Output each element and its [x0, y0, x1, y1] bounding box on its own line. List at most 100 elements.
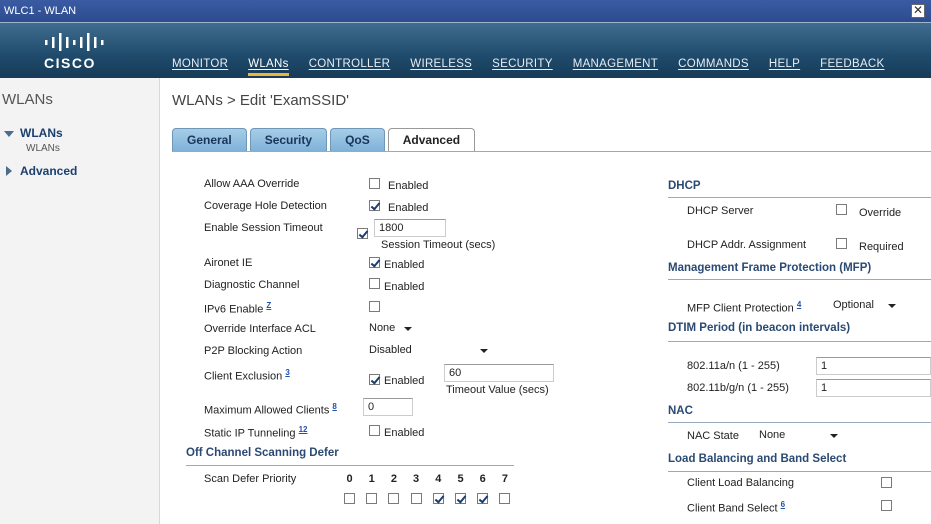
- aironet-ie-checkbox[interactable]: [369, 257, 380, 268]
- dropdown-arrow-icon: [888, 304, 896, 308]
- dtim-b-label: 802.11b/g/n (1 - 255): [687, 382, 789, 394]
- mfp-client-value: Optional: [833, 299, 874, 311]
- expand-right-icon[interactable]: [6, 166, 12, 176]
- scan-priority-1-label: 1: [368, 473, 375, 485]
- mfp-section-title: Management Frame Protection (MFP): [668, 262, 872, 274]
- dhcp-server-override-checkbox[interactable]: [836, 204, 847, 215]
- allow-aaa-enabled-label: Enabled: [388, 180, 429, 192]
- sidebar-item-wlans[interactable]: WLANs: [20, 126, 63, 140]
- lb-divider: [668, 471, 931, 472]
- scan-priority-7-checkbox[interactable]: [499, 493, 511, 504]
- tab-advanced[interactable]: Advanced: [387, 128, 476, 152]
- nav-feedback[interactable]: FEEDBACK: [820, 58, 884, 76]
- dhcp-assign-required-label: Required: [859, 241, 904, 253]
- ipv6-checkbox[interactable]: [369, 301, 380, 312]
- client-exclusion-footnote-link[interactable]: 3: [285, 368, 289, 377]
- mfp-client-select[interactable]: Optional: [830, 297, 900, 314]
- client-exclusion-label-text: Client Exclusion: [204, 370, 283, 383]
- nav-monitor[interactable]: MONITOR: [172, 58, 228, 76]
- dtim-a-input[interactable]: 1: [816, 357, 931, 375]
- scan-priority-7-label: 7: [501, 473, 508, 485]
- max-clients-input[interactable]: 0: [363, 398, 413, 416]
- page-title: WLANs > Edit 'ExamSSID': [172, 92, 350, 109]
- band-select-checkbox[interactable]: [881, 500, 892, 511]
- override-acl-select[interactable]: None: [366, 320, 416, 337]
- mfp-divider: [668, 279, 931, 280]
- scan-priority-0-checkbox[interactable]: [344, 493, 355, 504]
- exclusion-timeout-input[interactable]: 60: [444, 364, 554, 382]
- lb-section-title: Load Balancing and Band Select: [668, 453, 847, 465]
- nav-commands[interactable]: COMMANDS: [678, 58, 749, 76]
- client-exclusion-enabled-label: Enabled: [384, 375, 425, 387]
- session-timeout-input[interactable]: 1800: [374, 219, 446, 237]
- nav-controller[interactable]: CONTROLLER: [309, 58, 391, 76]
- nav-wlans[interactable]: WLANs: [248, 58, 289, 76]
- session-timeout-label: Enable Session Timeout: [204, 222, 323, 234]
- static-ip-enabled-label: Enabled: [384, 427, 425, 439]
- diagnostic-channel-enabled-label: Enabled: [384, 281, 425, 293]
- scan-priority-3-checkbox[interactable]: [410, 493, 422, 504]
- top-nav: MONITOR WLANs CONTROLLER WIRELESS SECURI…: [172, 58, 905, 76]
- scan-priority-4-checkbox[interactable]: [432, 493, 444, 504]
- tab-qos[interactable]: QoS: [330, 128, 385, 151]
- scan-priority-1-checkbox[interactable]: [366, 493, 378, 504]
- close-icon[interactable]: ✕: [911, 4, 925, 18]
- nav-security[interactable]: SECURITY: [492, 58, 553, 76]
- allow-aaa-label: Allow AAA Override: [204, 178, 300, 190]
- cisco-bars-icon: [45, 33, 104, 51]
- mfp-client-label: MFP Client Protection 4: [687, 300, 801, 315]
- static-ip-label-text: Static IP Tunneling: [204, 427, 296, 440]
- sidebar-subitem-wlans[interactable]: WLANs: [26, 143, 60, 154]
- sidebar-item-advanced[interactable]: Advanced: [20, 164, 77, 178]
- ipv6-footnote-link[interactable]: Z: [266, 301, 271, 310]
- sidebar-title: WLANs: [2, 91, 53, 108]
- diagnostic-channel-checkbox[interactable]: [369, 278, 380, 289]
- aironet-ie-enabled-label: Enabled: [384, 259, 425, 271]
- override-acl-value: None: [369, 322, 396, 334]
- coverage-hole-label: Coverage Hole Detection: [204, 200, 327, 212]
- static-ip-footnote-link[interactable]: 12: [299, 425, 308, 434]
- scan-priority-0-label: 0: [346, 473, 353, 485]
- scan-priority-5-label: 5: [457, 473, 464, 485]
- band-select-footnote-link[interactable]: 6: [781, 500, 785, 509]
- scan-priority-5-checkbox[interactable]: [455, 493, 466, 504]
- band-select-label-text: Client Band Select: [687, 502, 778, 515]
- dtim-section-title: DTIM Period (in beacon intervals): [668, 322, 851, 334]
- scan-priority-2-checkbox[interactable]: [388, 493, 400, 504]
- nav-help[interactable]: HELP: [769, 58, 800, 76]
- nac-state-value: None: [759, 429, 786, 441]
- tab-divider: [172, 151, 931, 152]
- mfp-client-label-text: MFP Client Protection: [687, 302, 794, 315]
- nav-wireless[interactable]: WIRELESS: [410, 58, 472, 76]
- dtim-a-label: 802.11a/n (1 - 255): [687, 360, 780, 372]
- coverage-hole-enabled-label: Enabled: [388, 202, 429, 214]
- nac-state-select[interactable]: None: [756, 427, 842, 444]
- dropdown-arrow-icon: [830, 434, 838, 438]
- exclusion-timeout-unit: Timeout Value (secs): [446, 384, 549, 396]
- nav-management[interactable]: MANAGEMENT: [573, 58, 658, 76]
- nac-state-label: NAC State: [687, 430, 739, 442]
- session-timeout-checkbox[interactable]: [357, 228, 368, 239]
- allow-aaa-checkbox[interactable]: [369, 178, 380, 189]
- dhcp-assign-required-checkbox[interactable]: [836, 238, 847, 249]
- p2p-value: Disabled: [369, 344, 412, 356]
- static-ip-checkbox[interactable]: [369, 425, 380, 436]
- expand-down-icon[interactable]: [4, 131, 14, 137]
- scan-priority-2-label: 2: [390, 473, 397, 485]
- cisco-logo-text: CISCO: [44, 55, 96, 71]
- nac-divider: [668, 422, 931, 423]
- client-exclusion-checkbox[interactable]: [369, 374, 380, 385]
- dhcp-divider: [668, 197, 931, 198]
- dtim-b-input[interactable]: 1: [816, 379, 931, 397]
- client-lb-checkbox[interactable]: [881, 477, 892, 488]
- dhcp-server-label: DHCP Server: [687, 205, 754, 217]
- p2p-select[interactable]: Disabled: [366, 342, 492, 359]
- max-clients-label: Maximum Allowed Clients 8: [204, 402, 337, 417]
- scan-priority-6-checkbox[interactable]: [477, 493, 489, 504]
- max-clients-footnote-link[interactable]: 8: [332, 402, 336, 411]
- coverage-hole-checkbox[interactable]: [369, 200, 380, 211]
- scan-defer-label: Scan Defer Priority: [204, 473, 297, 485]
- mfp-footnote-link[interactable]: 4: [797, 300, 801, 309]
- tab-general[interactable]: General: [172, 128, 247, 151]
- tab-security[interactable]: Security: [249, 128, 328, 151]
